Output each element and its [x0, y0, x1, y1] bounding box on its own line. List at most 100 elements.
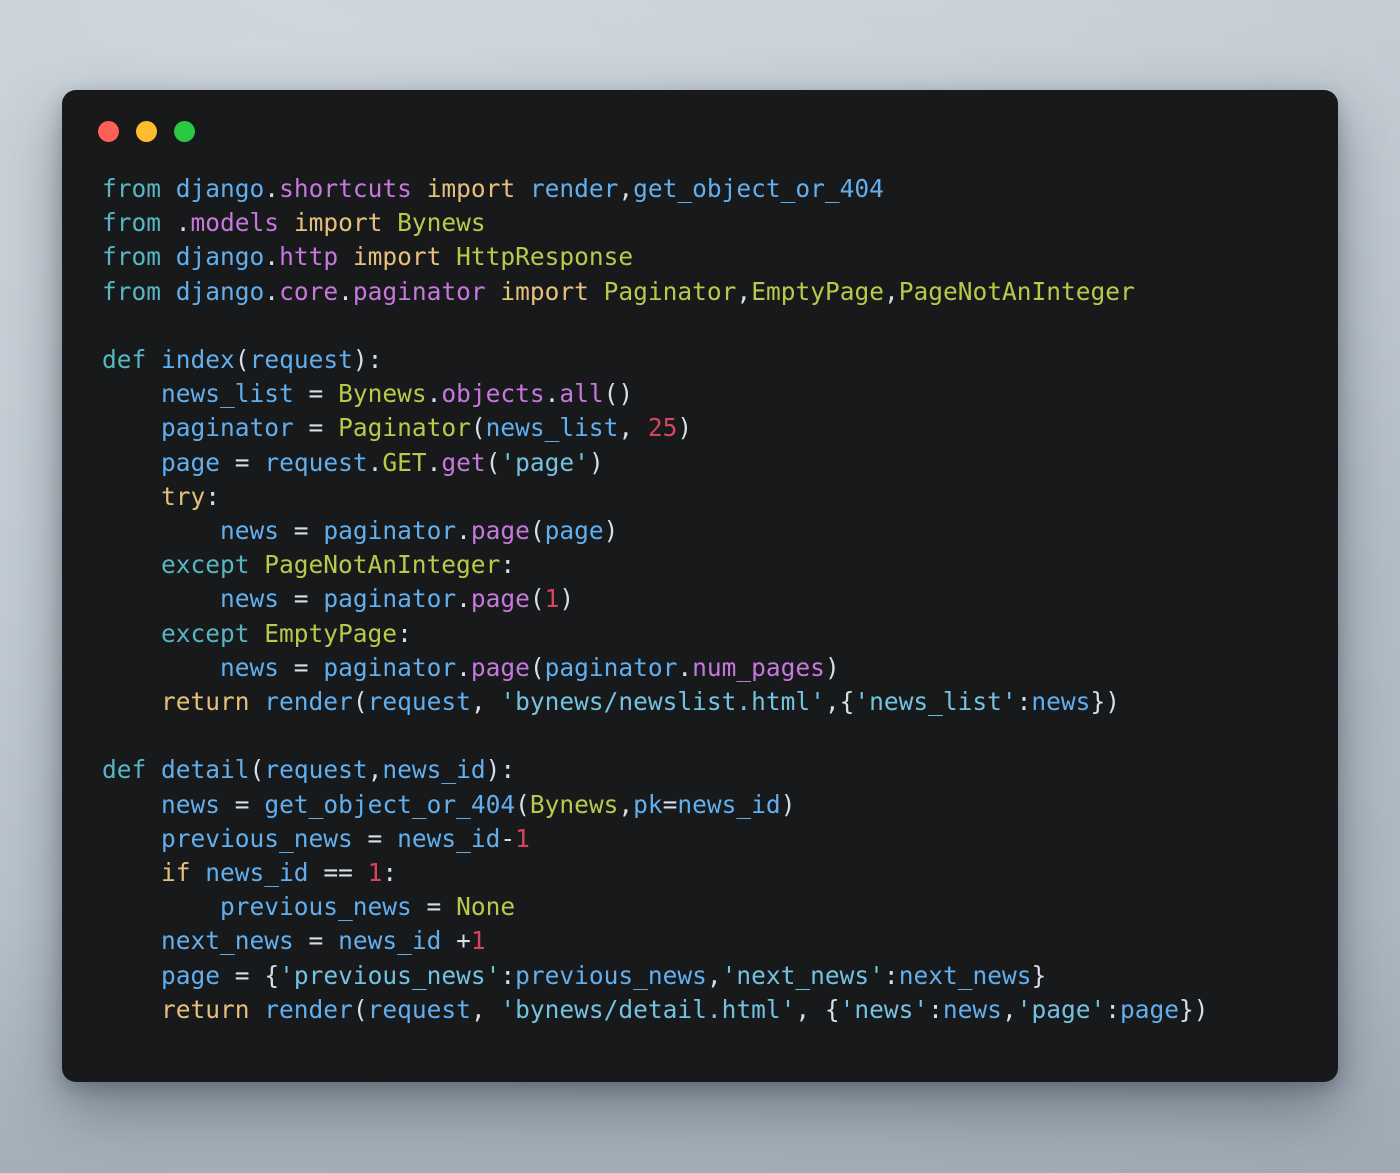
window-titlebar	[62, 90, 1338, 172]
maximize-window-button[interactable]	[174, 120, 195, 142]
code-token: :	[500, 550, 516, 580]
code-token: get_object_or_404	[633, 174, 884, 203]
code-token: page	[470, 652, 530, 682]
code-token: num_pages	[692, 652, 825, 682]
code-token: =	[426, 892, 442, 922]
code-token: render	[529, 174, 619, 203]
code-token: :	[928, 994, 943, 1024]
code-token: +	[456, 926, 471, 956]
code-token: , {	[795, 994, 840, 1024]
python-source-code: from django.shortcuts import render,get_…	[102, 172, 1308, 1027]
code-token: Bynews	[397, 208, 486, 238]
code-token: =	[293, 584, 309, 614]
code-line: previous_news = news_id-1	[102, 824, 530, 853]
code-token: .	[456, 652, 471, 682]
code-token: 'page'	[1016, 994, 1106, 1024]
code-token: django	[175, 174, 265, 203]
code-token: ,	[367, 755, 383, 785]
code-token: {	[264, 960, 280, 990]
code-line: page = request.GET.get('page')	[102, 448, 604, 477]
code-token: except	[161, 618, 250, 648]
code-token: ,	[618, 174, 634, 203]
code-token: from	[102, 276, 162, 306]
code-line: news = paginator.page(1)	[102, 584, 574, 613]
code-token: except	[161, 550, 250, 580]
code-token: news_id	[397, 823, 501, 853]
code-token: import	[293, 208, 383, 238]
code-line: from .models import Bynews	[102, 208, 486, 237]
code-token: paginator	[161, 413, 294, 443]
code-line: from django.http import HttpResponse	[102, 242, 633, 271]
code-token: GET	[382, 447, 427, 477]
code-token: Bynews	[529, 789, 619, 819]
code-token: (	[529, 516, 545, 546]
code-token: 'news_list'	[854, 687, 1017, 717]
code-token: paginator	[352, 276, 486, 306]
code-token: ,	[736, 276, 752, 306]
code-token: Paginator	[338, 413, 471, 443]
code-token: :	[382, 858, 398, 888]
code-token: .	[264, 276, 280, 306]
code-token: =	[234, 960, 250, 990]
code-token: news	[161, 789, 221, 819]
code-line: except PageNotAnInteger:	[102, 550, 515, 579]
code-token: http	[279, 242, 339, 272]
code-token: PageNotAnInteger	[898, 276, 1135, 306]
code-token: (	[352, 687, 368, 717]
code-token: 1	[515, 823, 530, 853]
code-token: 'bynews/detail.html'	[500, 994, 796, 1024]
code-token: return	[161, 994, 250, 1024]
code-line: previous_news = None	[102, 892, 515, 921]
code-token: news	[220, 584, 280, 614]
code-token: next_news	[898, 960, 1032, 990]
code-token: import	[426, 174, 516, 203]
code-token: .	[175, 208, 191, 238]
code-token: Bynews	[338, 379, 427, 409]
close-window-button[interactable]	[98, 120, 119, 142]
code-token: PageNotAnInteger	[264, 550, 501, 580]
code-line: news_list = Bynews.objects.all()	[102, 379, 633, 408]
code-token: (	[529, 584, 545, 614]
code-token: try	[161, 481, 206, 511]
code-token: models	[190, 208, 280, 238]
code-line: from django.shortcuts import render,get_…	[102, 174, 884, 203]
code-line: page = {'previous_news':previous_news,'n…	[102, 961, 1046, 990]
code-token: (	[515, 789, 530, 819]
code-content-area[interactable]: from django.shortcuts import render,get_…	[62, 172, 1338, 1082]
desktop-background: from django.shortcuts import render,get_…	[0, 0, 1400, 1173]
code-token: news_id	[677, 789, 781, 819]
code-token: =	[308, 413, 324, 443]
minimize-window-button[interactable]	[136, 120, 157, 142]
code-token: (	[234, 345, 250, 375]
code-token: page	[161, 960, 221, 990]
code-token: ,	[883, 276, 899, 306]
code-token: .	[456, 516, 471, 546]
code-line: paginator = Paginator(news_list, 25)	[102, 413, 692, 442]
code-token: :	[1105, 994, 1120, 1024]
